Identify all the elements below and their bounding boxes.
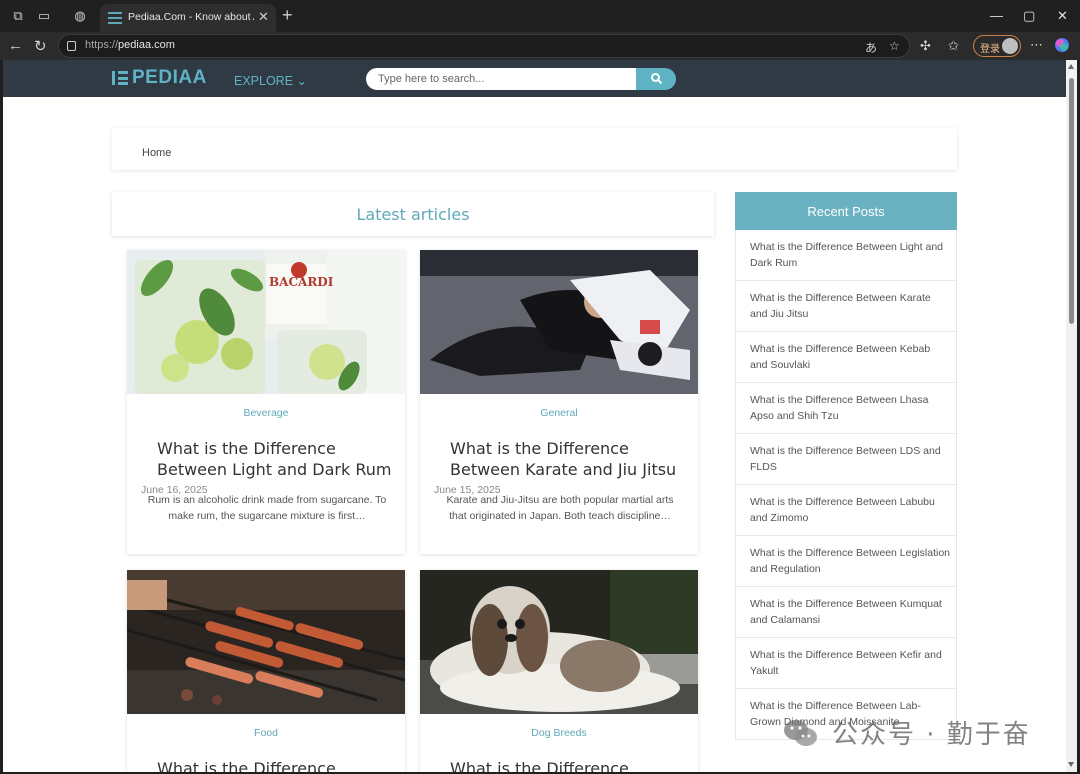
back-icon[interactable]: ← bbox=[8, 37, 23, 54]
profile-label: 登录 bbox=[980, 44, 1000, 55]
recent-post-item[interactable]: What is the Difference Between LDS and F… bbox=[735, 434, 957, 485]
globe-icon[interactable]: ◍ bbox=[72, 8, 88, 24]
logo-text: PEDIAA bbox=[132, 67, 207, 88]
article-category[interactable]: Beverage bbox=[127, 407, 405, 419]
recent-post-item[interactable]: What is the Difference Between Kumquat a… bbox=[735, 587, 957, 638]
wechat-watermark: 公众号 · 勤于奋 bbox=[782, 712, 1052, 752]
extensions-icon[interactable]: ✣ bbox=[920, 38, 931, 54]
lock-icon[interactable] bbox=[67, 41, 76, 51]
recent-posts-title: Recent Posts bbox=[807, 204, 885, 219]
browser-toolbar: ← ↻ https://pediaa.com あ ☆ ✣ ✩ 登录 ⋯ bbox=[0, 32, 1080, 60]
url-text[interactable]: https://pediaa.com bbox=[85, 39, 175, 51]
explore-menu[interactable]: EXPLORE ⌄ bbox=[234, 73, 307, 88]
address-bar[interactable]: https://pediaa.com あ ☆ bbox=[58, 34, 910, 58]
article-thumbnail-shih-tzu[interactable] bbox=[420, 570, 698, 714]
close-window-icon[interactable]: ✕ bbox=[1057, 8, 1068, 24]
minimize-icon[interactable]: — bbox=[990, 8, 1003, 23]
tab-title: Pediaa.Com - Know about Anything bbox=[128, 11, 254, 23]
wechat-logo-icon bbox=[784, 720, 817, 746]
article-category[interactable]: Dog Breeds bbox=[420, 727, 698, 739]
page-viewport: PEDIAA EXPLORE ⌄ Home Latest articles BA… bbox=[3, 60, 1066, 772]
recent-post-item[interactable]: What is the Difference Between Light and… bbox=[735, 230, 957, 281]
article-title[interactable]: What is the Difference bbox=[157, 758, 397, 772]
scroll-up-arrow-icon[interactable] bbox=[1068, 64, 1074, 69]
profile-button[interactable]: 登录 bbox=[973, 35, 1021, 57]
browser-titlebar: ⧉ ▭ ◍ Pediaa.Com - Know about Anything ✕… bbox=[0, 0, 1080, 32]
browser-tab-active[interactable]: Pediaa.Com - Know about Anything ✕ bbox=[100, 4, 276, 32]
recent-post-item[interactable]: What is the Difference Between Kefir and… bbox=[735, 638, 957, 689]
recent-post-item[interactable]: What is the Difference Between Lhasa Aps… bbox=[735, 383, 957, 434]
article-excerpt: Karate and Jiu-Jitsu are both popular ma… bbox=[446, 494, 674, 522]
article-title[interactable]: What is the Difference bbox=[450, 758, 690, 772]
article-card-karate-jiu-jitsu[interactable]: General What is the Difference Between K… bbox=[420, 250, 698, 554]
article-category[interactable]: Food bbox=[127, 727, 405, 739]
search-button[interactable] bbox=[636, 68, 676, 90]
article-title[interactable]: What is the Difference Between Light and… bbox=[157, 438, 397, 480]
tab-close-icon[interactable]: ✕ bbox=[258, 9, 269, 25]
recent-post-item[interactable]: What is the Difference Between Labubu an… bbox=[735, 485, 957, 536]
article-excerpt: Rum is an alcoholic drink made from suga… bbox=[147, 494, 387, 522]
watermark-text: 公众号 · 勤于奋 bbox=[832, 720, 1031, 750]
article-thumbnail-karate[interactable] bbox=[420, 250, 698, 394]
favorites-icon[interactable]: ✩ bbox=[948, 38, 959, 54]
recent-post-item[interactable]: What is the Difference Between Legislati… bbox=[735, 536, 957, 587]
article-card-dog-breeds[interactable]: Dog Breeds What is the Difference bbox=[420, 570, 698, 772]
breadcrumb: Home bbox=[112, 128, 957, 170]
recent-post-item[interactable]: What is the Difference Between Karate an… bbox=[735, 281, 957, 332]
breadcrumb-home-link[interactable]: Home bbox=[142, 147, 171, 159]
tab-actions-icon[interactable]: ▭ bbox=[36, 8, 52, 24]
site-search-input[interactable] bbox=[366, 68, 636, 90]
scroll-down-arrow-icon[interactable] bbox=[1068, 762, 1074, 767]
avatar bbox=[1002, 38, 1018, 54]
article-title[interactable]: What is the Difference Between Karate an… bbox=[450, 438, 690, 480]
recent-posts-header: Recent Posts bbox=[735, 192, 957, 230]
more-menu-icon[interactable]: ⋯ bbox=[1030, 37, 1043, 53]
copilot-icon[interactable] bbox=[1054, 37, 1070, 57]
latest-articles-title: Latest articles bbox=[356, 205, 470, 224]
scrollbar-thumb[interactable] bbox=[1069, 78, 1074, 324]
reload-icon[interactable]: ↻ bbox=[34, 37, 47, 55]
article-thumbnail-kebab[interactable] bbox=[127, 570, 405, 714]
pediaa-favicon-icon bbox=[108, 11, 122, 25]
new-tab-icon[interactable]: + bbox=[282, 6, 293, 24]
page-scrollbar[interactable] bbox=[1066, 60, 1077, 772]
maximize-icon[interactable]: ▢ bbox=[1023, 8, 1035, 24]
article-category[interactable]: General bbox=[420, 407, 698, 419]
site-logo[interactable]: PEDIAA bbox=[112, 67, 207, 88]
recent-post-item[interactable]: What is the Difference Between Kebab and… bbox=[735, 332, 957, 383]
workspaces-icon[interactable]: ⧉ bbox=[10, 8, 26, 24]
latest-articles-header: Latest articles bbox=[112, 192, 714, 236]
article-thumbnail-rum[interactable]: BACARDI bbox=[127, 250, 405, 394]
pediaa-logo-icon bbox=[112, 71, 128, 85]
favorite-star-icon[interactable]: ☆ bbox=[889, 39, 900, 53]
article-card-food[interactable]: Food What is the Difference bbox=[127, 570, 405, 772]
site-header: PEDIAA EXPLORE ⌄ bbox=[3, 60, 1066, 97]
article-card-light-dark-rum[interactable]: BACARDI Beverage What is the Difference … bbox=[127, 250, 405, 554]
translate-icon[interactable]: あ bbox=[865, 39, 877, 56]
